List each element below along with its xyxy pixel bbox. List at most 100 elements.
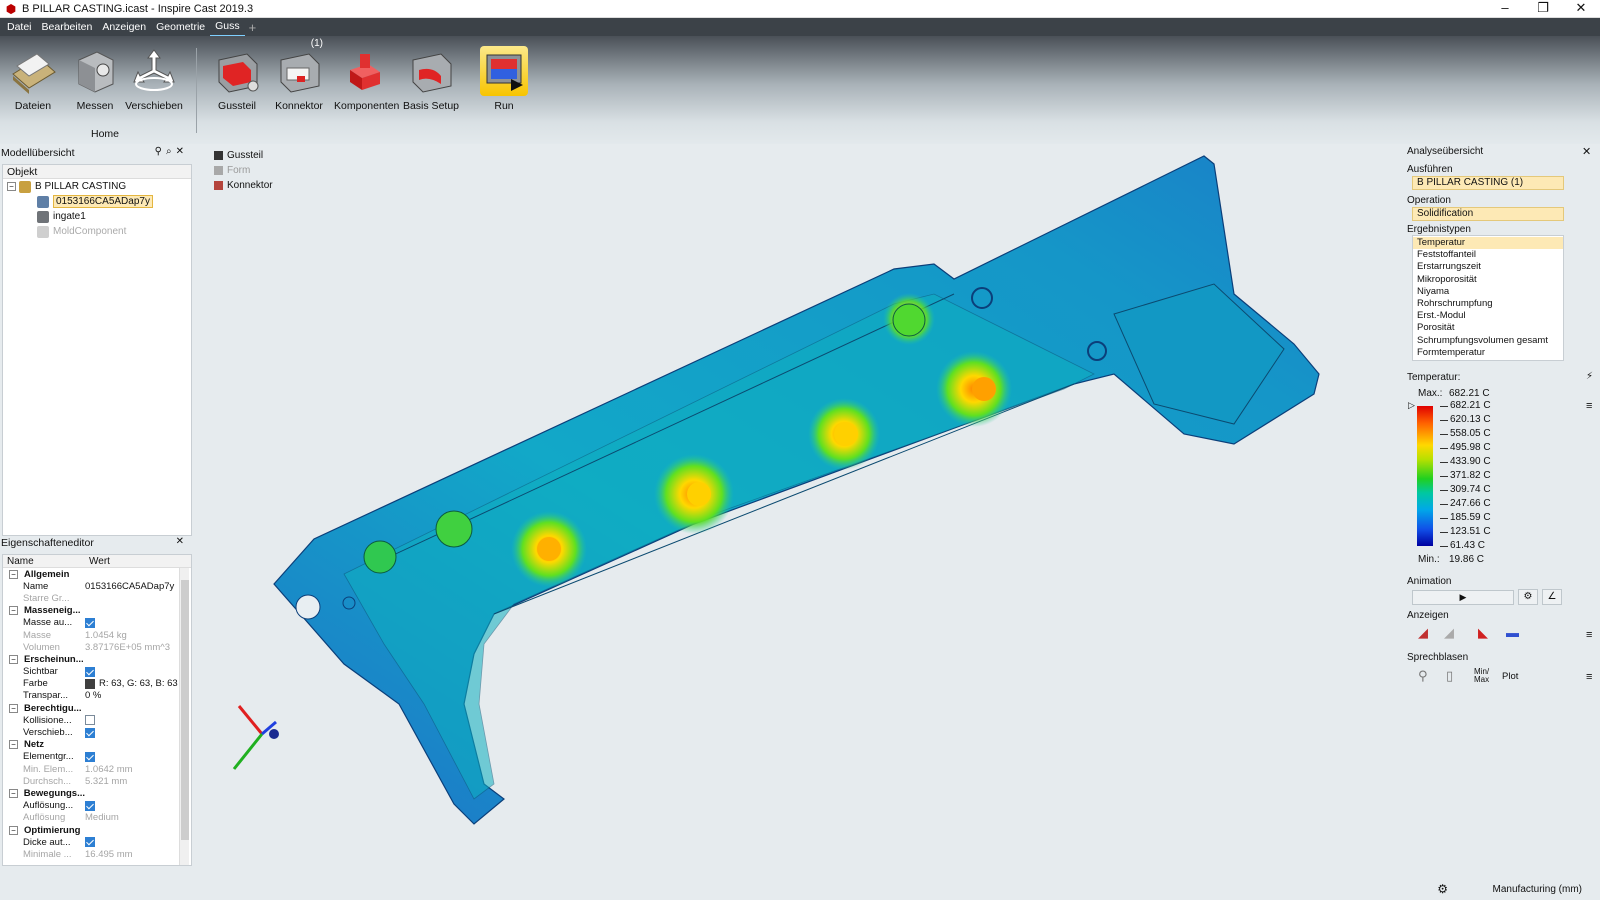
property-row[interactable]: Elementgr... [3,751,191,763]
legend-item-connector[interactable]: Konnektor [214,178,273,193]
group-optimization[interactable]: − Optimierung [3,824,191,836]
result-type-item[interactable]: Erst.-Modul [1413,310,1563,322]
close-window-icon[interactable]: ✕ [1562,0,1600,18]
connector-button[interactable]: (1) Konnektor [269,38,329,112]
result-type-item[interactable]: Schrumpfungsvolumen gesamt [1413,335,1563,347]
tree-node-mold[interactable]: MoldComponent [3,224,191,239]
property-row[interactable]: Kollisione... [3,714,191,726]
group-appearance[interactable]: − Erscheinun... [3,653,191,665]
result-type-item[interactable]: Formtemperatur [1413,347,1563,359]
basic-setup-button[interactable]: Basis Setup [401,46,461,112]
tree-node-root[interactable]: − B PILLAR CASTING [3,179,191,194]
collapse-icon[interactable]: − [9,606,18,616]
pin-icon[interactable]: ⚡ [1586,371,1593,382]
units-indicator[interactable]: Manufacturing (mm) [1493,884,1582,895]
property-row[interactable]: Sichtbar [3,666,191,678]
group-mesh[interactable]: − Netz [3,739,191,751]
tree-node-casting-part[interactable]: 0153166CA5ADap7y [3,194,191,209]
group-allgemein[interactable]: − Allgemein [3,568,191,580]
animation-play-bar[interactable]: ▶ [1412,590,1514,605]
move-button[interactable]: Verschieben [124,46,184,112]
collapse-icon[interactable]: − [9,788,18,798]
group-mass-properties[interactable]: − Masseneig... [3,605,191,617]
display-label: Anzeigen [1407,610,1449,621]
display-menu-icon[interactable]: ≡ [1586,629,1592,641]
tree-node-ingate[interactable]: ingate1 [3,209,191,224]
property-row[interactable]: Transpar... 0 % [3,690,191,702]
legend-item-casting[interactable]: Gussteil [214,148,273,163]
close-icon[interactable]: ✕ [176,536,188,547]
property-row[interactable]: Name 0153166CA5ADap7y [3,580,191,592]
casting-model[interactable] [194,144,1404,880]
components-button[interactable]: Komponenten [334,46,399,112]
property-row[interactable]: Auflösung... [3,800,191,812]
show-cut-icon[interactable]: ▬ [1506,625,1519,640]
search-icon[interactable]: ⌕ [166,146,176,157]
callouts-menu-icon[interactable]: ≡ [1586,671,1592,683]
result-type-item[interactable]: Porosität [1413,322,1563,334]
result-type-item[interactable]: Niyama [1413,286,1563,298]
show-casting-icon[interactable]: ◢ [1418,625,1428,641]
legend-menu-icon[interactable]: ≡ [1586,400,1592,412]
result-type-item[interactable]: Feststoffanteil [1413,249,1563,261]
property-row[interactable]: Verschieb... [3,726,191,738]
close-icon[interactable]: ✕ [176,146,188,157]
result-type-item[interactable]: Rohrschrumpfung [1413,298,1563,310]
plot-button[interactable]: Plot [1502,671,1518,682]
scrollbar-thumb[interactable] [181,580,189,840]
collapse-icon[interactable]: − [9,825,18,835]
restore-icon[interactable]: ❐ [1524,0,1562,18]
play-icon[interactable]: ▶ [1460,592,1467,602]
legend-item-mold[interactable]: Form [214,163,273,178]
show-connector-icon[interactable]: ◣ [1478,625,1488,641]
run-button[interactable]: Run [474,46,534,112]
casting-part-button[interactable]: Gussteil [207,46,267,112]
group-motion[interactable]: − Bewegungs... [3,787,191,799]
property-row: Masse 1.0454 kg [23,629,127,641]
checkbox[interactable] [85,715,95,726]
checkbox[interactable] [85,617,95,628]
animation-settings-button[interactable]: ⚙ [1518,589,1538,605]
collapse-icon[interactable]: − [7,182,16,191]
result-type-item[interactable]: Mikroporosität [1413,274,1563,286]
minimize-icon[interactable]: – [1486,0,1524,18]
property-row[interactable]: Farbe R: 63, G: 63, B: 63 [3,678,191,690]
run-select[interactable]: B PILLAR CASTING (1) [1412,176,1564,190]
menu-anzeigen[interactable]: Anzeigen [97,18,151,36]
checkbox[interactable] [85,666,95,677]
collapse-icon[interactable]: − [9,654,18,664]
measure-button[interactable]: Messen [65,46,125,112]
collapse-icon[interactable]: − [9,740,18,750]
note-icon[interactable]: ▯ [1446,668,1453,684]
probe-icon[interactable]: ⚲ [1418,668,1428,684]
menu-bearbeiten[interactable]: Bearbeiten [37,18,98,36]
group-permissions[interactable]: − Berechtigu... [3,702,191,714]
add-tab-icon[interactable]: + [245,20,261,35]
collapse-icon[interactable]: − [9,569,18,579]
3d-viewport[interactable]: Gussteil Form Konnektor [194,144,1404,880]
property-scrollbar[interactable] [179,568,189,865]
checkbox[interactable] [85,751,95,762]
settings-icon[interactable]: ⚙ [1437,882,1448,896]
result-type-item[interactable]: Temperatur [1413,237,1563,250]
checkbox[interactable] [85,800,95,811]
operation-select[interactable]: Solidification [1412,207,1564,221]
window-title: B PILLAR CASTING.icast - Inspire Cast 20… [22,2,254,15]
property-row[interactable]: Dicke aut... [3,836,191,848]
menu-geometrie[interactable]: Geometrie [151,18,210,36]
binoculars-icon[interactable]: ⚲ [155,146,166,157]
property-row[interactable]: Masse au... [3,617,191,629]
files-button[interactable]: Dateien [3,46,63,112]
show-mold-icon[interactable]: ◢ [1444,625,1454,641]
result-type-item[interactable]: Erstarrungszeit [1413,261,1563,273]
close-icon[interactable]: ✕ [1582,145,1591,158]
animation-graph-button[interactable]: ∠ [1542,589,1562,605]
checkbox[interactable] [85,727,95,738]
collapse-icon[interactable]: − [9,703,18,713]
checkbox[interactable] [85,837,95,848]
menu-guss[interactable]: Guss [210,17,245,37]
color-swatch[interactable] [85,678,95,689]
scale-pointer-icon[interactable]: ▷ [1408,400,1415,411]
minmax-button[interactable]: Min/ Max [1474,668,1492,684]
menu-datei[interactable]: Datei [2,18,37,36]
